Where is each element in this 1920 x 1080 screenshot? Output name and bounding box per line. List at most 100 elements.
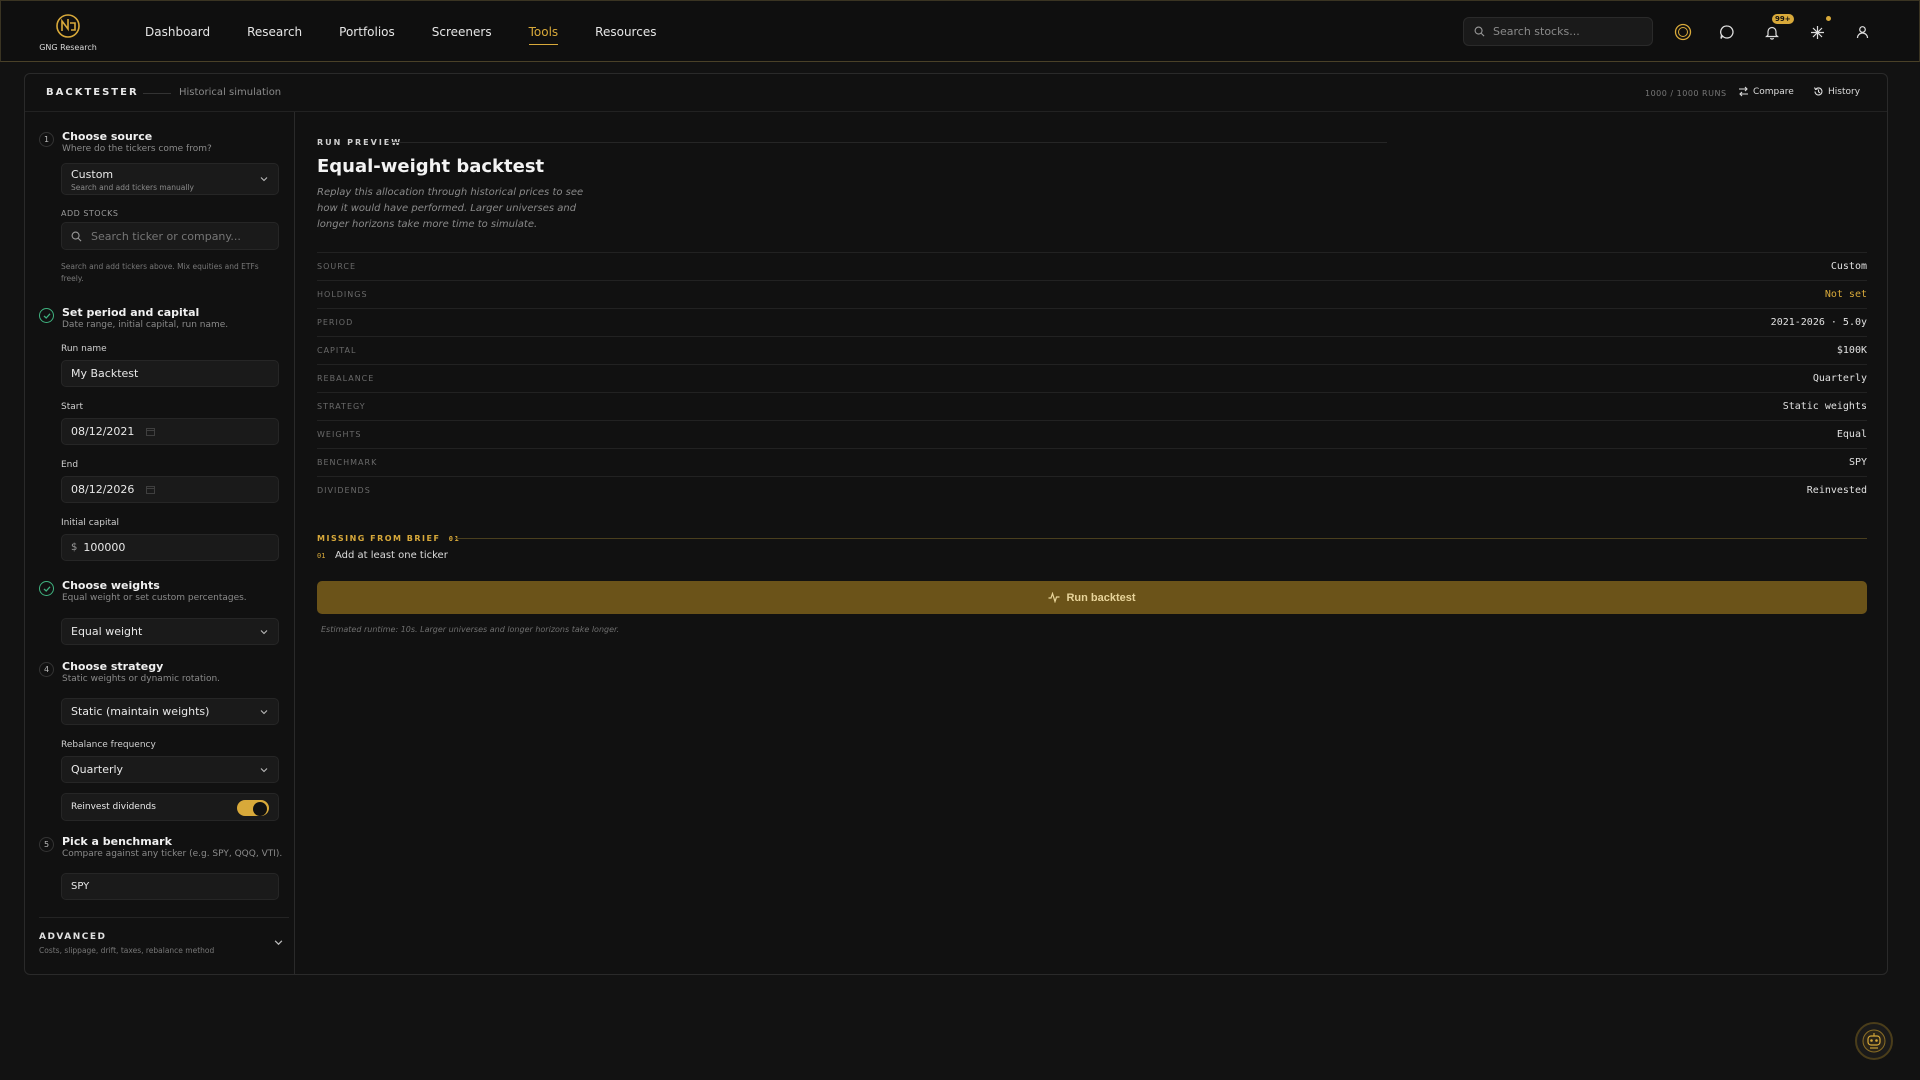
- summary-row-period: PERIOD 2021-2026 · 5.0y: [317, 308, 1867, 336]
- missing-divider: [455, 538, 1867, 539]
- nav-portfolios[interactable]: Portfolios: [339, 1, 395, 63]
- summary-value: $100K: [1836, 345, 1867, 356]
- start-date-input[interactable]: 08/12/2021: [61, 418, 279, 445]
- panel-title: BACKTESTER: [46, 87, 139, 98]
- source-value-sub: Search and add tickers manually: [71, 183, 194, 192]
- preview-divider: [387, 142, 1387, 143]
- strategy-value: Static (maintain weights): [71, 705, 210, 718]
- step-number: 4: [39, 662, 54, 677]
- sparkle-icon: [1810, 25, 1824, 39]
- end-date-label: End: [61, 460, 79, 470]
- rebalance-select[interactable]: Quarterly: [61, 756, 279, 783]
- runtime-note: Estimated runtime: 10s. Larger universes…: [321, 625, 620, 634]
- stock-search[interactable]: [1463, 17, 1653, 46]
- step-subtitle: Compare against any ticker (e.g. SPY, QQ…: [62, 849, 283, 859]
- weights-select[interactable]: Equal weight: [61, 618, 279, 645]
- history-button[interactable]: History: [1813, 86, 1860, 97]
- summary-value: SPY: [1848, 457, 1867, 468]
- search-icon: [71, 231, 82, 241]
- summary-row-weights: WEIGHTS Equal: [317, 420, 1867, 448]
- rebalance-label: Rebalance frequency: [61, 740, 156, 750]
- weights-value: Equal weight: [71, 625, 143, 638]
- summary-key: BENCHMARK: [317, 458, 378, 467]
- missing-count: 01: [448, 535, 461, 543]
- end-date-input[interactable]: 08/12/2026: [61, 476, 279, 503]
- panel-header: BACKTESTER Historical simulation 1000 / …: [25, 74, 1887, 112]
- summary-row-strategy: STRATEGY Static weights: [317, 392, 1867, 420]
- summary-value: 2021-2026 · 5.0y: [1770, 317, 1867, 328]
- nav-research[interactable]: Research: [247, 1, 302, 63]
- coin-icon-button[interactable]: [1671, 20, 1695, 44]
- brand-logo[interactable]: GNG Research: [39, 11, 97, 53]
- source-select[interactable]: Custom Search and add tickers manually: [61, 163, 279, 195]
- top-nav: GNG Research Dashboard Research Portfoli…: [0, 0, 1920, 62]
- summary-key: PERIOD: [317, 318, 354, 327]
- bell-icon: [1765, 26, 1779, 40]
- strategy-select[interactable]: Static (maintain weights): [61, 698, 279, 725]
- run-backtest-label: Run backtest: [1066, 591, 1136, 604]
- run-name-label: Run name: [61, 344, 107, 354]
- step-complete-check: [39, 581, 54, 596]
- run-name-value: My Backtest: [71, 367, 139, 380]
- chat-icon: [1720, 25, 1734, 39]
- missing-item: Add at least one ticker: [335, 550, 448, 561]
- pulse-icon: [1048, 592, 1060, 603]
- preview-description: Replay this allocation through historica…: [317, 187, 584, 230]
- chevron-down-icon: [274, 940, 283, 946]
- benchmark-input[interactable]: SPY: [61, 873, 279, 900]
- summary-value: Not set: [1824, 289, 1867, 300]
- compare-button[interactable]: Compare: [1738, 86, 1794, 97]
- source-hint: Search and add tickers above. Mix equiti…: [61, 262, 259, 283]
- summary-row-capital: CAPITAL $100K: [317, 336, 1867, 364]
- missing-label: MISSING FROM BRIEF: [317, 534, 441, 543]
- step-subtitle: Where do the tickers come from?: [62, 144, 212, 154]
- step-title: Set period and capital: [62, 306, 200, 319]
- summary-key: SOURCE: [317, 262, 357, 271]
- source-value: Custom: [71, 168, 114, 181]
- reinvest-dividends-row: Reinvest dividends: [61, 793, 279, 821]
- reinvest-label: Reinvest dividends: [71, 802, 156, 812]
- nav-tools[interactable]: Tools: [528, 1, 558, 63]
- header-divider: [143, 93, 171, 94]
- config-sidebar: 1 Choose source Where do the tickers com…: [25, 112, 295, 974]
- notifications-button[interactable]: 99+: [1760, 14, 1794, 44]
- summary-row-source: SOURCE Custom: [317, 252, 1867, 280]
- reinvest-toggle[interactable]: [237, 800, 269, 816]
- advanced-divider: [39, 917, 289, 918]
- logo-icon: [56, 14, 80, 38]
- nav-screeners[interactable]: Screeners: [432, 1, 492, 63]
- step-title: Choose weights: [62, 579, 160, 592]
- summary-row-benchmark: BENCHMARK SPY: [317, 448, 1867, 476]
- summary-key: REBALANCE: [317, 374, 375, 383]
- missing-item-number: 01: [317, 552, 326, 560]
- nav-links: Dashboard Research Portfolios Screeners …: [145, 1, 693, 63]
- runs-counter: 1000 / 1000 RUNS: [1645, 89, 1727, 98]
- capital-input[interactable]: $ 100000: [61, 534, 279, 561]
- step-title: Pick a benchmark: [62, 835, 172, 848]
- chat-button[interactable]: [1715, 20, 1739, 44]
- advanced-toggle[interactable]: ADVANCED Costs, slippage, drift, taxes, …: [39, 932, 283, 962]
- chevron-down-icon: [260, 767, 268, 772]
- nav-dashboard[interactable]: Dashboard: [145, 1, 210, 63]
- summary-value: Equal: [1836, 429, 1867, 440]
- history-icon: [1814, 87, 1823, 96]
- calendar-icon: [146, 428, 156, 436]
- nav-resources[interactable]: Resources: [595, 1, 656, 63]
- run-name-input[interactable]: My Backtest: [61, 360, 279, 387]
- sparkle-button[interactable]: [1805, 16, 1831, 44]
- run-backtest-button[interactable]: Run backtest: [317, 581, 1867, 614]
- capital-value: 100000: [83, 541, 126, 554]
- ticker-search[interactable]: [61, 222, 279, 250]
- chevron-down-icon: [260, 709, 268, 714]
- capital-label: Initial capital: [61, 518, 119, 528]
- preview-title: Equal-weight backtest: [317, 156, 545, 177]
- stock-search-input[interactable]: [1493, 25, 1643, 38]
- panel-subtitle: Historical simulation: [179, 87, 282, 98]
- missing-heading: MISSING FROM BRIEF 01: [317, 534, 460, 543]
- assistant-bot-button[interactable]: [1855, 1022, 1893, 1060]
- backtester-panel: BACKTESTER Historical simulation 1000 / …: [24, 73, 1888, 975]
- currency-symbol: $: [71, 542, 78, 553]
- advanced-title: ADVANCED: [39, 932, 107, 942]
- profile-button[interactable]: [1850, 20, 1874, 44]
- ticker-search-input[interactable]: [91, 229, 271, 243]
